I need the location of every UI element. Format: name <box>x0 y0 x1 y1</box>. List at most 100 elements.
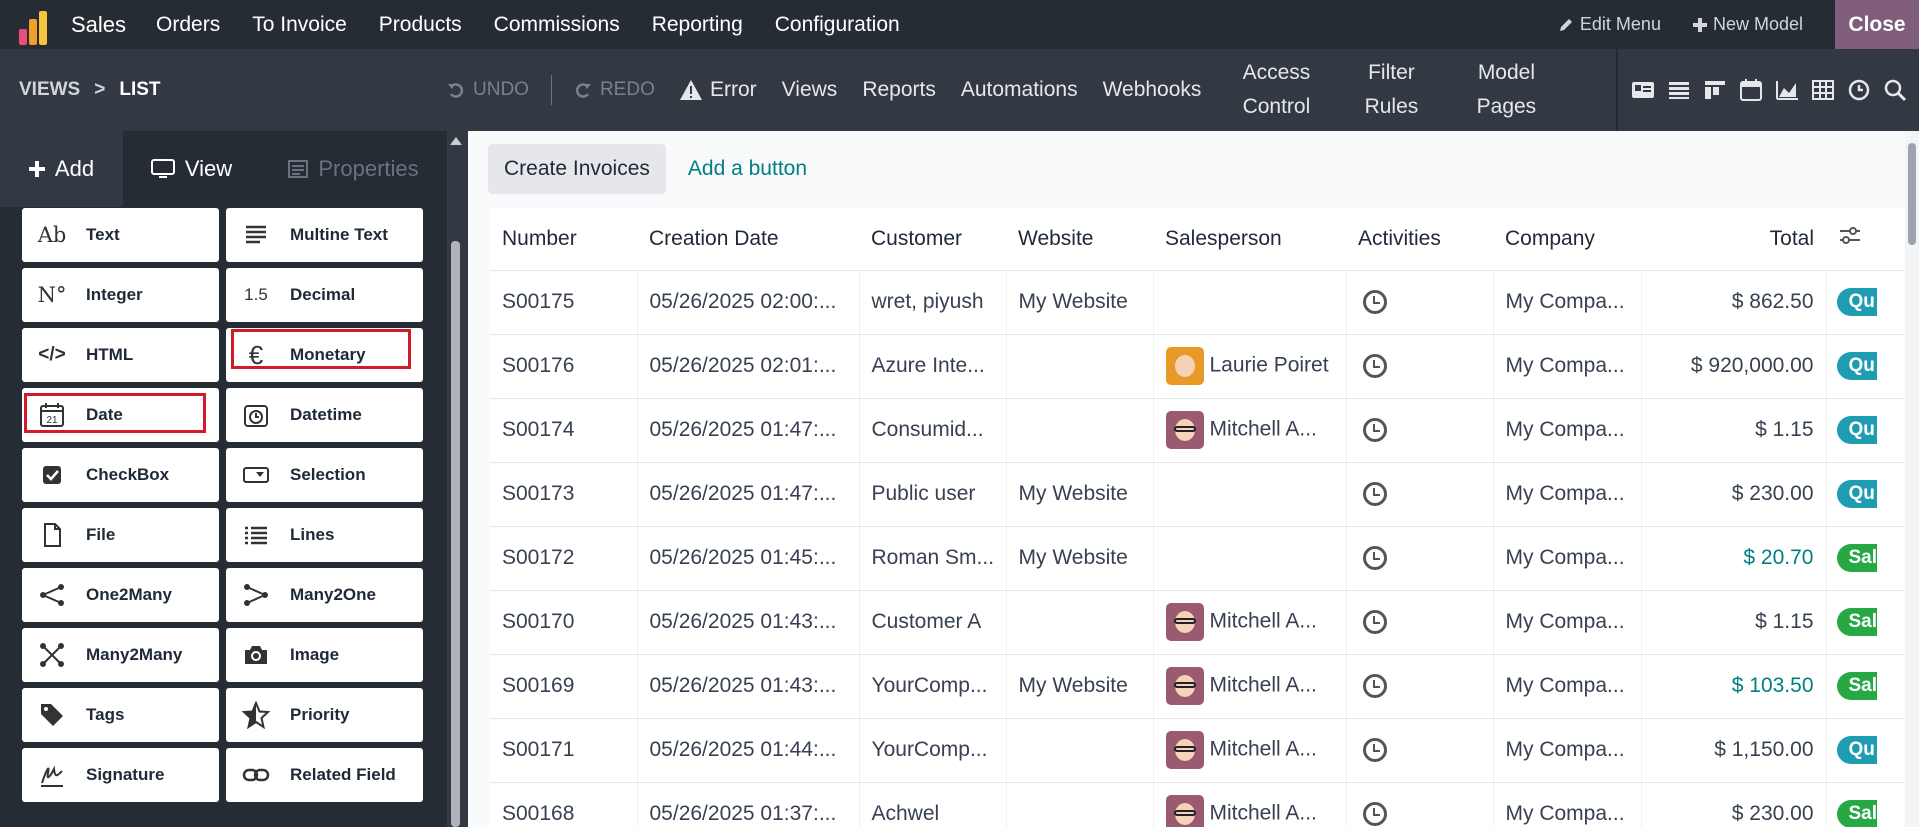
field-decimal[interactable]: 1.5 Decimal <box>226 268 423 322</box>
menu-products[interactable]: Products <box>379 13 462 37</box>
error-button[interactable]: Error <box>680 73 757 107</box>
main-scroll-thumb[interactable] <box>1908 143 1916 245</box>
field-text[interactable]: Ab Text <box>22 208 219 262</box>
field-datetime[interactable]: Datetime <box>226 388 423 442</box>
close-button[interactable]: Close <box>1835 0 1919 49</box>
clock-icon[interactable] <box>1362 674 1387 699</box>
optional-columns-toggle[interactable] <box>1826 208 1905 271</box>
access-control-link[interactable]: Access Control <box>1226 56 1326 124</box>
tab-view[interactable]: View <box>123 131 260 207</box>
clock-icon[interactable] <box>1362 802 1387 827</box>
field-html[interactable]: </> HTML <box>22 328 219 382</box>
filter-rules-link[interactable]: Filter Rules <box>1341 56 1441 124</box>
table-row[interactable]: S00175 05/26/2025 02:00:... wret, piyush My… <box>490 270 1905 335</box>
graph-view-icon[interactable] <box>1774 77 1800 103</box>
sidebar-scroll-thumb[interactable] <box>451 241 460 827</box>
breadcrumb-views[interactable]: VIEWS <box>19 79 80 101</box>
column-header[interactable]: Creation Date <box>637 208 859 271</box>
column-header[interactable]: Customer <box>859 208 1006 271</box>
cell-activities[interactable] <box>1346 782 1494 827</box>
field-one2many[interactable]: One2Many <box>22 568 219 622</box>
clock-icon[interactable] <box>1362 418 1387 443</box>
field-monetary[interactable]: € Monetary <box>226 328 423 382</box>
cell-activities[interactable] <box>1346 718 1494 783</box>
table-row[interactable]: S00174 05/26/2025 01:47:... Consumid... Mit… <box>490 398 1905 463</box>
menu-reporting[interactable]: Reporting <box>652 13 743 37</box>
field-signature[interactable]: Signature <box>22 748 219 802</box>
webhooks-link[interactable]: Webhooks <box>1103 73 1202 107</box>
search-view-icon[interactable] <box>1882 77 1908 103</box>
field-file[interactable]: File <box>22 508 219 562</box>
table-row[interactable]: S00169 05/26/2025 01:43:... YourComp... My … <box>490 654 1905 719</box>
field-integer[interactable]: N° Integer <box>22 268 219 322</box>
table-row[interactable]: S00173 05/26/2025 01:47:... Public user My … <box>490 462 1905 527</box>
cell-activities[interactable] <box>1346 462 1494 527</box>
reports-link[interactable]: Reports <box>862 73 936 107</box>
column-header[interactable]: Total <box>1641 208 1826 271</box>
menu-to-invoice[interactable]: To Invoice <box>252 13 347 37</box>
redo-button[interactable]: REDO <box>574 79 655 101</box>
app-title[interactable]: Sales <box>71 12 126 38</box>
html-code-icon: </> <box>38 344 66 365</box>
cell-total: $ 103.50 <box>1641 654 1827 719</box>
field-selection[interactable]: Selection <box>226 448 423 502</box>
field-date[interactable]: 21 Date <box>22 388 219 442</box>
table-row[interactable]: S00171 05/26/2025 01:44:... YourComp... Mit… <box>490 718 1905 783</box>
views-link[interactable]: Views <box>782 73 838 107</box>
calendar-view-icon[interactable] <box>1738 77 1764 103</box>
cell-activities[interactable] <box>1346 398 1494 463</box>
field-many2one[interactable]: Many2One <box>226 568 423 622</box>
cell-activities[interactable] <box>1346 654 1494 719</box>
table-row[interactable]: S00170 05/26/2025 01:43:... Customer A Mitc… <box>490 590 1905 655</box>
cell-company: My Compa... <box>1493 270 1642 335</box>
column-header[interactable]: Number <box>490 208 637 271</box>
main-scrollbar[interactable] <box>1905 131 1919 827</box>
clock-icon[interactable] <box>1362 354 1387 379</box>
field-image[interactable]: Image <box>226 628 423 682</box>
create-invoices-button[interactable]: Create Invoices <box>488 144 666 194</box>
app-logo-icon[interactable] <box>19 5 59 45</box>
clock-icon[interactable] <box>1362 610 1387 635</box>
field-lines[interactable]: Lines <box>226 508 423 562</box>
column-header[interactable]: Activities <box>1346 208 1493 271</box>
activity-view-icon[interactable] <box>1846 77 1872 103</box>
column-header[interactable]: Company <box>1493 208 1641 271</box>
filter-rules-line1: Filter <box>1368 61 1415 84</box>
clock-icon[interactable] <box>1362 290 1387 315</box>
menu-orders[interactable]: Orders <box>156 13 220 37</box>
field-many2many[interactable]: Many2Many <box>22 628 219 682</box>
tab-add[interactable]: Add <box>0 131 123 207</box>
cell-activities[interactable] <box>1346 270 1494 335</box>
field-tags[interactable]: Tags <box>22 688 219 742</box>
cell-total: $ 920,000.00 <box>1641 334 1827 399</box>
clock-icon[interactable] <box>1362 482 1387 507</box>
model-pages-link[interactable]: Model Pages <box>1456 56 1556 124</box>
cell-activities[interactable] <box>1346 334 1494 399</box>
clock-icon[interactable] <box>1362 738 1387 763</box>
column-header[interactable]: Website <box>1006 208 1153 271</box>
column-header[interactable]: Salesperson <box>1153 208 1346 271</box>
form-view-icon[interactable] <box>1630 77 1656 103</box>
field-checkbox[interactable]: CheckBox <box>22 448 219 502</box>
table-row[interactable]: S00168 05/26/2025 01:37:... Achwel Mitchell… <box>490 782 1905 827</box>
add-a-button-link[interactable]: Add a button <box>688 157 807 181</box>
edit-menu-link[interactable]: Edit Menu <box>1558 14 1661 35</box>
menu-commissions[interactable]: Commissions <box>494 13 620 37</box>
automations-link[interactable]: Automations <box>961 73 1078 107</box>
field-related[interactable]: Related Field <box>226 748 423 802</box>
new-model-link[interactable]: New Model <box>1692 14 1803 35</box>
list-view-icon[interactable] <box>1666 77 1692 103</box>
menu-configuration[interactable]: Configuration <box>775 13 900 37</box>
field-priority[interactable]: Priority <box>226 688 423 742</box>
cell-activities[interactable] <box>1346 526 1494 591</box>
undo-button[interactable]: UNDO <box>447 79 529 101</box>
scroll-up-arrow-icon[interactable] <box>450 137 462 145</box>
table-row[interactable]: S00172 05/26/2025 01:45:... Roman Sm... My … <box>490 526 1905 591</box>
table-row[interactable]: S00176 05/26/2025 02:01:... Azure Inte... L… <box>490 334 1905 399</box>
pivot-view-icon[interactable] <box>1810 77 1836 103</box>
kanban-view-icon[interactable] <box>1702 77 1728 103</box>
field-multiline-text[interactable]: Multine Text <box>226 208 423 262</box>
status-badge: Sal <box>1836 672 1877 700</box>
cell-activities[interactable] <box>1346 590 1494 655</box>
clock-icon[interactable] <box>1362 546 1387 571</box>
